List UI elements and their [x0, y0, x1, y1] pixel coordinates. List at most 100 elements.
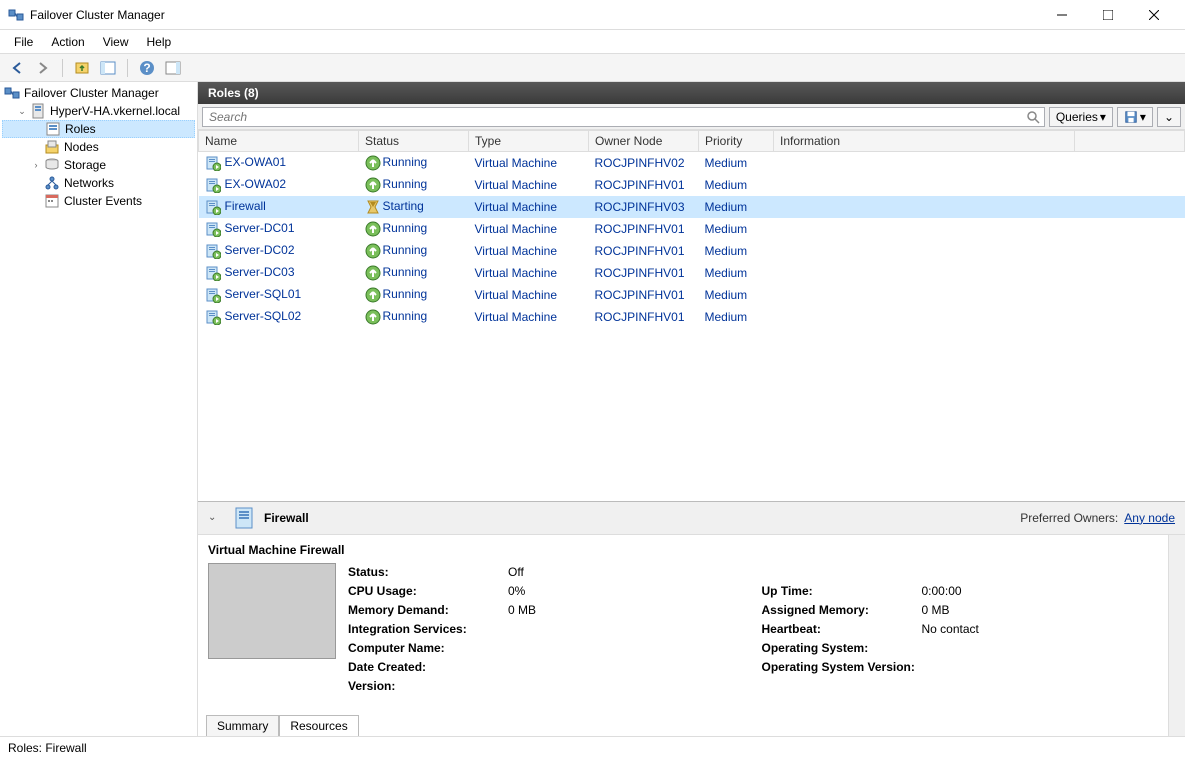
role-priority: Medium: [705, 222, 748, 236]
vm-icon: [205, 265, 221, 281]
roles-table[interactable]: Name Status Type Owner Node Priority Inf…: [198, 130, 1185, 328]
role-owner: ROCJPINFHV01: [595, 310, 685, 324]
role-name: Server-SQL02: [225, 309, 302, 323]
menu-view[interactable]: View: [95, 32, 137, 52]
label-osver: Operating System Version:: [762, 658, 922, 677]
separator: [62, 59, 63, 77]
tab-summary[interactable]: Summary: [206, 715, 279, 736]
collapse-icon[interactable]: ⌄: [208, 512, 224, 523]
label-mem: Memory Demand:: [348, 601, 508, 620]
col-owner[interactable]: Owner Node: [589, 131, 699, 152]
label-os: Operating System:: [762, 639, 922, 658]
tree-root-label: Failover Cluster Manager: [24, 86, 159, 100]
col-type[interactable]: Type: [469, 131, 589, 152]
role-owner: ROCJPINFHV01: [595, 222, 685, 236]
tree-nodes[interactable]: Nodes: [2, 138, 195, 156]
col-priority[interactable]: Priority: [699, 131, 774, 152]
value-uptime: 0:00:00: [922, 584, 962, 598]
role-owner: ROCJPINFHV01: [595, 244, 685, 258]
panel-left-button[interactable]: [97, 57, 119, 79]
label-status: Status:: [348, 563, 508, 582]
menu-file[interactable]: File: [6, 32, 41, 52]
detail-section-title: Virtual Machine Firewall: [208, 543, 1175, 557]
nav-tree[interactable]: Failover Cluster Manager ⌄ HyperV-HA.vker…: [0, 82, 198, 736]
tree-events-label: Cluster Events: [64, 194, 142, 208]
minimize-button[interactable]: [1039, 0, 1085, 30]
table-row[interactable]: FirewallStartingVirtual MachineROCJPINFH…: [199, 196, 1185, 218]
role-type: Virtual Machine: [475, 244, 558, 258]
vm-icon: [205, 309, 221, 325]
col-extra[interactable]: [1075, 131, 1185, 152]
status-icon: [365, 265, 381, 281]
status-icon: [365, 177, 381, 193]
close-button[interactable]: [1131, 0, 1177, 30]
tree-networks[interactable]: Networks: [2, 174, 195, 192]
tree-root[interactable]: Failover Cluster Manager: [2, 84, 195, 102]
preferred-owners-link[interactable]: Any node: [1124, 511, 1175, 525]
vm-icon: [205, 177, 221, 193]
up-button[interactable]: [71, 57, 93, 79]
header-title: Roles (8): [208, 86, 259, 100]
search-input[interactable]: [202, 107, 1045, 127]
table-row[interactable]: Server-SQL01RunningVirtual MachineROCJPI…: [199, 284, 1185, 306]
chevron-down-icon: ▾: [1100, 110, 1106, 124]
tree-cluster-label: HyperV-HA.vkernel.local: [50, 104, 180, 118]
role-name: Firewall: [225, 199, 266, 213]
tab-resources[interactable]: Resources: [279, 715, 358, 736]
chevron-down-icon: ▾: [1140, 110, 1146, 124]
maximize-button[interactable]: [1085, 0, 1131, 30]
col-info[interactable]: Information: [774, 131, 1075, 152]
table-row[interactable]: Server-DC03RunningVirtual MachineROCJPIN…: [199, 262, 1185, 284]
label-assigned: Assigned Memory:: [762, 601, 922, 620]
window-title: Failover Cluster Manager: [30, 8, 1039, 22]
status-icon: [365, 243, 381, 259]
role-priority: Medium: [705, 288, 748, 302]
table-row[interactable]: Server-SQL02RunningVirtual MachineROCJPI…: [199, 306, 1185, 328]
role-status: Running: [383, 221, 428, 235]
table-row[interactable]: Server-DC01RunningVirtual MachineROCJPIN…: [199, 218, 1185, 240]
tree-cluster[interactable]: ⌄ HyperV-HA.vkernel.local: [2, 102, 195, 120]
queries-button[interactable]: Queries ▾: [1049, 107, 1113, 127]
app-icon: [8, 7, 24, 23]
label-uptime: Up Time:: [762, 582, 922, 601]
status-icon: [365, 221, 381, 237]
detail-header: ⌄ Firewall Preferred Owners: Any node: [198, 501, 1185, 535]
help-button[interactable]: [136, 57, 158, 79]
col-name[interactable]: Name: [199, 131, 359, 152]
role-status: Starting: [383, 199, 424, 213]
role-type: Virtual Machine: [475, 266, 558, 280]
table-row[interactable]: EX-OWA01RunningVirtual MachineROCJPINFHV…: [199, 152, 1185, 175]
search-icon[interactable]: [1025, 109, 1041, 125]
menubar: File Action View Help: [0, 30, 1185, 54]
search-bar: Queries ▾ ▾ ⌄: [198, 104, 1185, 130]
role-owner: ROCJPINFHV02: [595, 156, 685, 170]
label-heartbeat: Heartbeat:: [762, 620, 922, 639]
col-status[interactable]: Status: [359, 131, 469, 152]
vm-icon: [232, 506, 256, 530]
tree-roles[interactable]: Roles: [2, 120, 195, 138]
tree-storage[interactable]: ›Storage: [2, 156, 195, 174]
forward-button[interactable]: [32, 57, 54, 79]
menu-action[interactable]: Action: [43, 32, 92, 52]
table-row[interactable]: Server-DC02RunningVirtual MachineROCJPIN…: [199, 240, 1185, 262]
role-priority: Medium: [705, 156, 748, 170]
scrollbar[interactable]: [1168, 535, 1185, 736]
menu-help[interactable]: Help: [139, 32, 180, 52]
expand-button[interactable]: ⌄: [1157, 107, 1181, 127]
table-row[interactable]: EX-OWA02RunningVirtual MachineROCJPINFHV…: [199, 174, 1185, 196]
statusbar: Roles: Firewall: [0, 736, 1185, 758]
titlebar: Failover Cluster Manager: [0, 0, 1185, 30]
table-header[interactable]: Name Status Type Owner Node Priority Inf…: [199, 131, 1185, 152]
back-button[interactable]: [6, 57, 28, 79]
toolbar: [0, 54, 1185, 82]
tree-cluster-events[interactable]: Cluster Events: [2, 192, 195, 210]
role-priority: Medium: [705, 310, 748, 324]
expand-icon[interactable]: ⌄: [16, 105, 28, 117]
role-name: Server-DC01: [225, 221, 295, 235]
value-status: Off: [508, 565, 524, 579]
expand-icon[interactable]: ›: [30, 159, 42, 171]
role-type: Virtual Machine: [475, 178, 558, 192]
save-button[interactable]: ▾: [1117, 107, 1153, 127]
panel-right-button[interactable]: [162, 57, 184, 79]
role-name: Server-SQL01: [225, 287, 302, 301]
